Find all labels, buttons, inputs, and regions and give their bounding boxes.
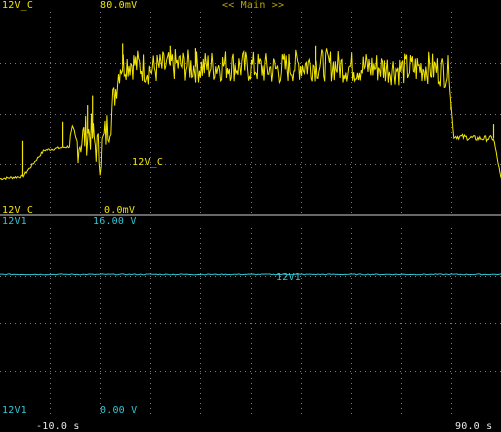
ch1-trace-label: 12V_C <box>132 157 164 168</box>
time-axis-end: 90.0 s <box>455 421 493 432</box>
time-axis-start: -10.0 s <box>36 421 80 432</box>
traces <box>0 43 501 276</box>
ch2-bottom-label: 12V1 <box>2 405 27 416</box>
timebase-mode-label[interactable]: << Main >> <box>222 0 284 11</box>
ch1-top-value: 80.0mV <box>100 0 138 11</box>
oscilloscope-screen: 12V_C 80.0mV << Main >> 12V_C 12V_C 0.0m… <box>0 0 501 432</box>
ch2-top-value: 16.00 V <box>93 216 137 227</box>
ch2-trace-label: 12V1 <box>276 272 301 283</box>
ch1-bottom-label: 12V_C <box>2 205 34 216</box>
ch1-bottom-value: 0.0mV <box>104 205 136 216</box>
ch2-trace <box>0 273 501 276</box>
ch1-top-label: 12V_C <box>2 0 34 11</box>
waveform-plot <box>0 12 501 418</box>
ch2-top-label: 12V1 <box>2 216 27 227</box>
ch2-bottom-value: 0.00 V <box>100 405 138 416</box>
